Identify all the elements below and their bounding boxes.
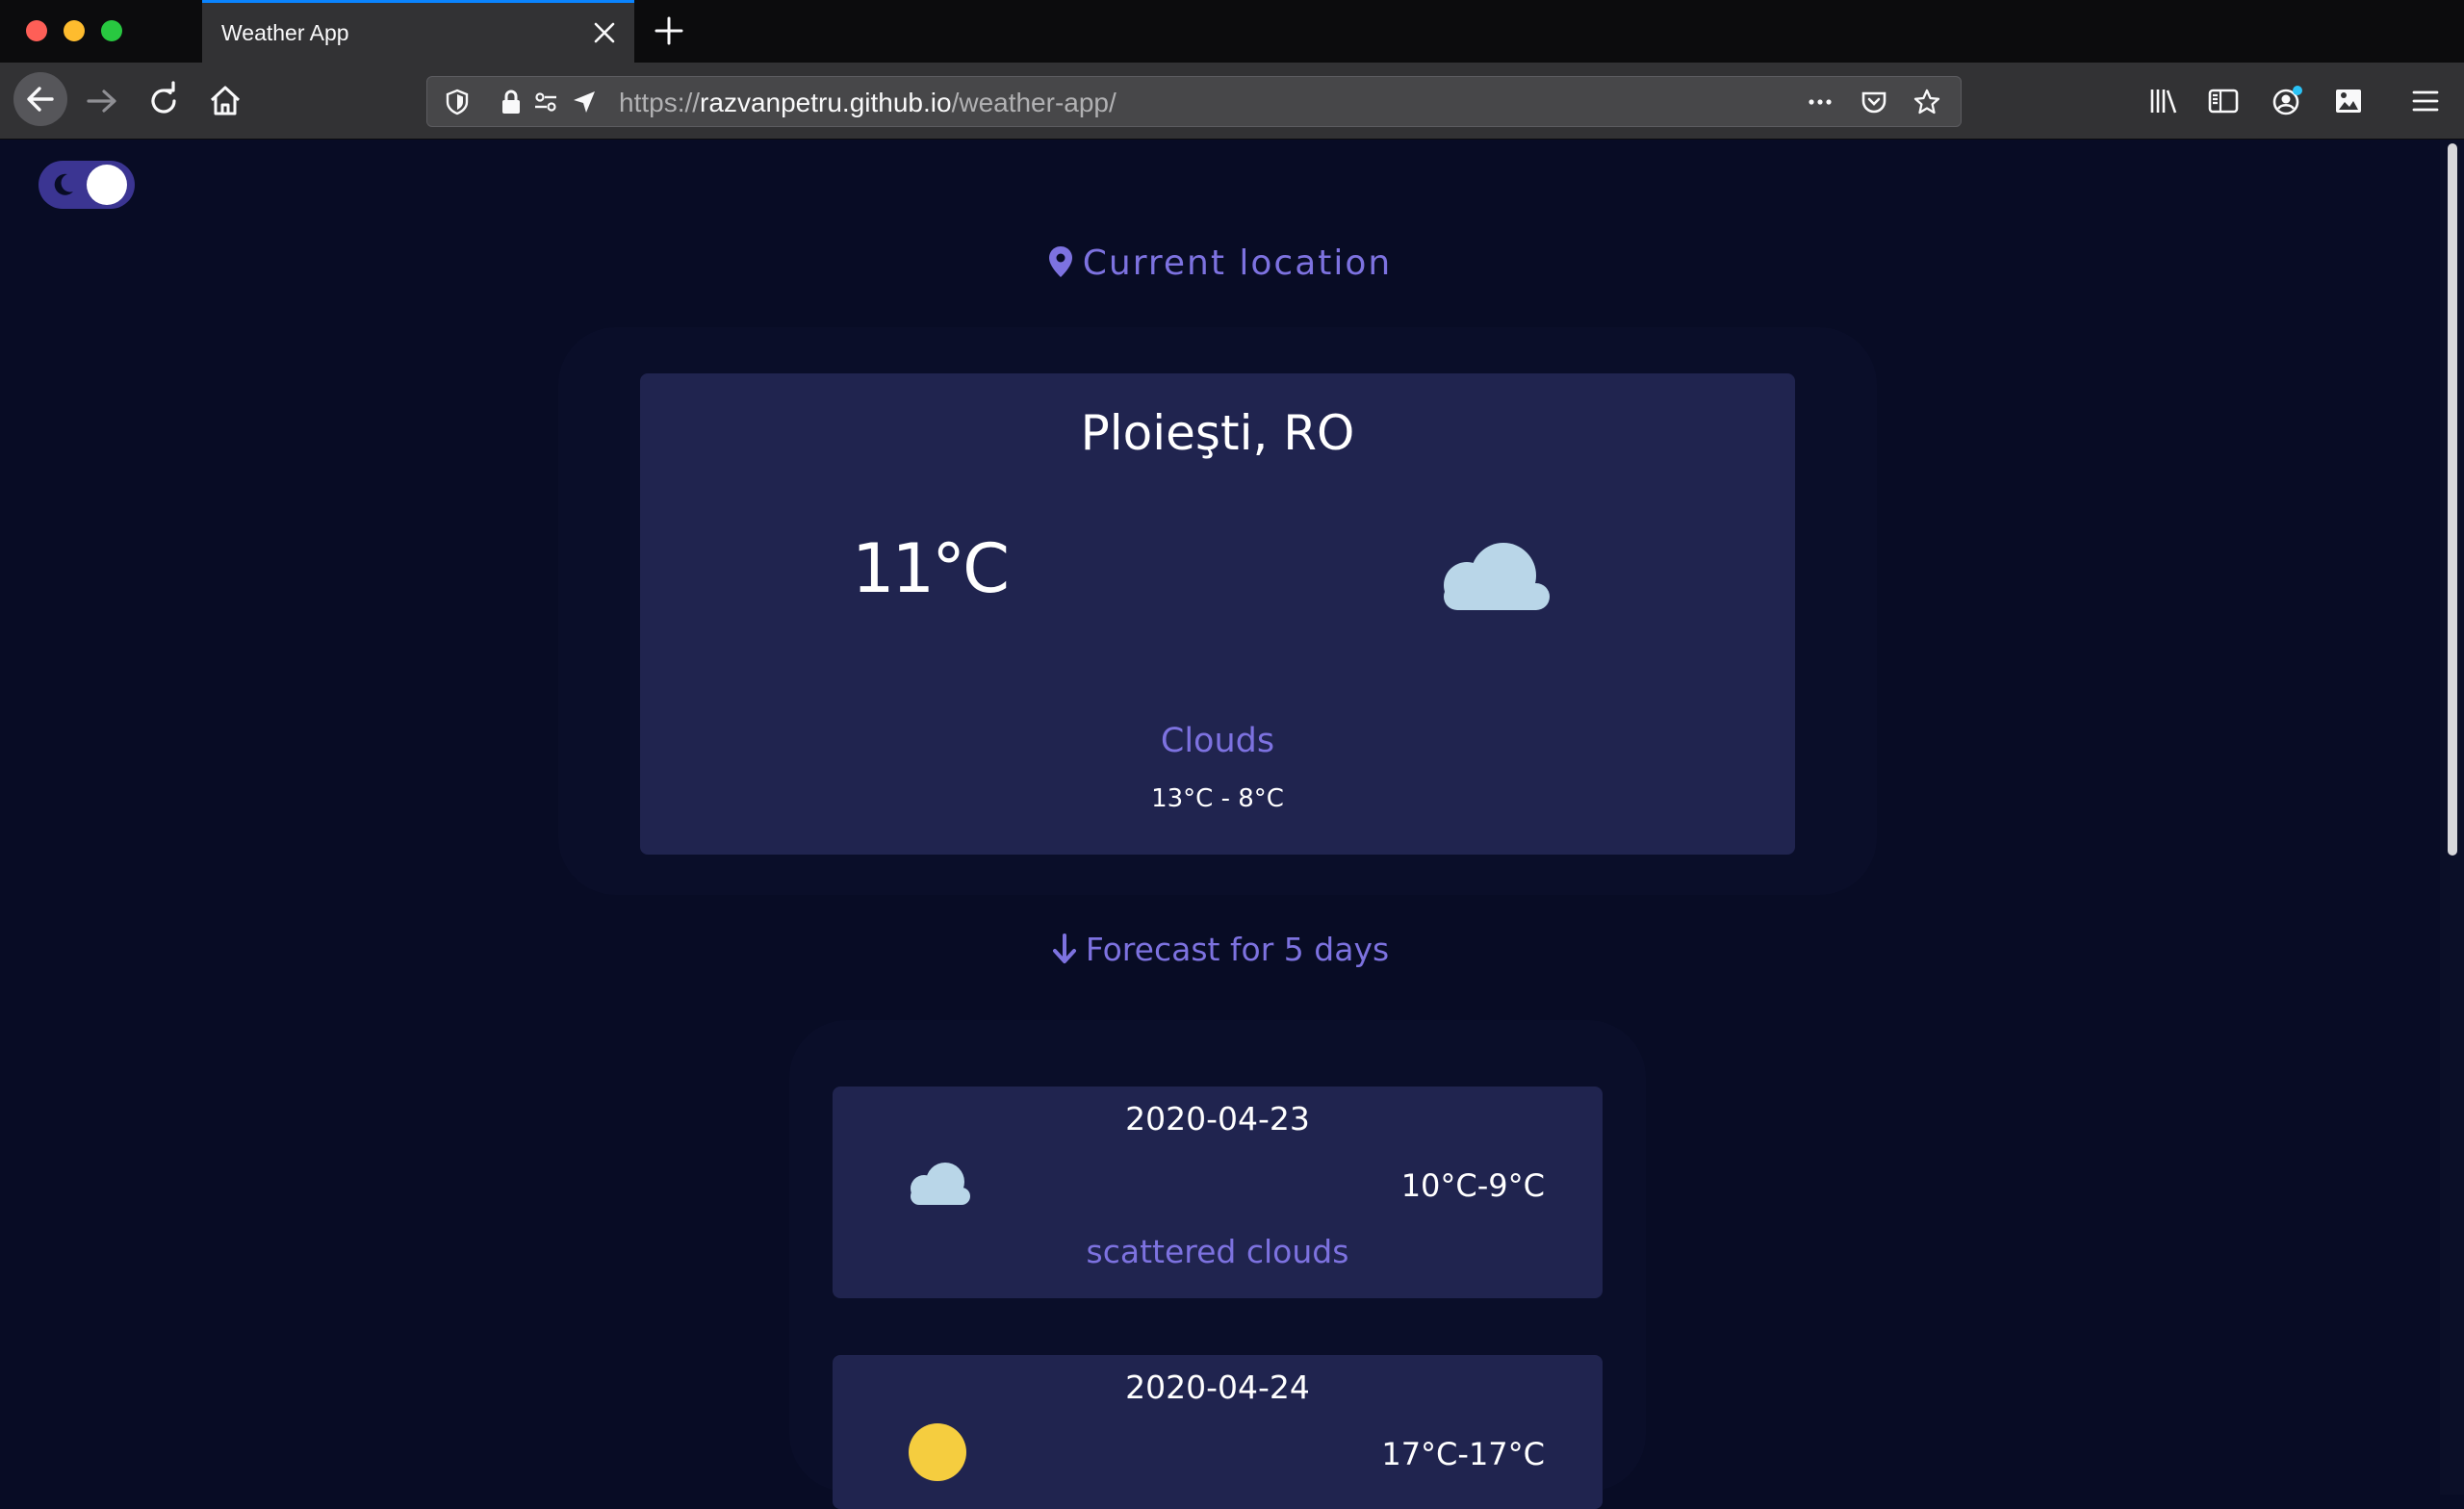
- current-temperature: 11°C: [852, 529, 1010, 608]
- library-icon[interactable]: [2146, 84, 2181, 118]
- url-text[interactable]: https://razvanpetru.github.io/weather-ap…: [619, 88, 1116, 118]
- moon-icon: [48, 170, 77, 199]
- page-actions-icon[interactable]: [1806, 88, 1835, 116]
- forecast-link[interactable]: Forecast for 5 days: [0, 931, 2440, 968]
- tab-weather-app[interactable]: Weather App: [202, 0, 634, 63]
- forecast-day-card: 2020-04-24 17°C-17°C: [833, 1355, 1603, 1509]
- minimize-window-button[interactable]: [64, 20, 85, 41]
- bookmark-star-icon[interactable]: [1912, 88, 1941, 116]
- forecast-temp-range: 17°C-17°C: [1381, 1436, 1545, 1472]
- forecast-date: 2020-04-23: [1125, 1100, 1310, 1138]
- url-prefix: https://: [619, 88, 701, 117]
- forecast-day-card: 2020-04-23 10°C-9°C scattered clouds: [833, 1087, 1603, 1298]
- reload-button[interactable]: [141, 78, 187, 124]
- url-host: razvanpetru.github.io: [700, 88, 952, 117]
- current-location-label: Current location: [1082, 243, 1393, 283]
- browser-titlebar: Weather App: [0, 0, 2464, 63]
- current-weather-card: Ploieşti, RO 11°C Clouds 13°C - 8°C: [640, 373, 1795, 855]
- cloud-icon: [905, 1159, 972, 1207]
- url-path: /weather-app/: [951, 88, 1116, 117]
- close-window-button[interactable]: [26, 20, 47, 41]
- extension-icon[interactable]: [2331, 84, 2366, 118]
- account-icon[interactable]: [2270, 84, 2304, 118]
- sun-icon: [908, 1422, 967, 1482]
- new-tab-icon[interactable]: [653, 14, 685, 47]
- theme-toggle[interactable]: [38, 161, 135, 209]
- lock-icon[interactable]: [497, 88, 526, 116]
- tab-title: Weather App: [221, 20, 349, 45]
- forward-button[interactable]: [79, 78, 125, 124]
- maximize-window-button[interactable]: [101, 20, 122, 41]
- forecast-description: scattered clouds: [1086, 1233, 1349, 1270]
- current-location-link[interactable]: Current location: [0, 243, 2440, 283]
- address-bar[interactable]: https://razvanpetru.github.io/weather-ap…: [426, 76, 1962, 127]
- current-condition: Clouds: [1160, 722, 1275, 760]
- hamburger-menu-icon[interactable]: [2408, 84, 2443, 118]
- location-arrow-icon[interactable]: [570, 88, 599, 116]
- shield-icon[interactable]: [443, 88, 472, 116]
- cloud-icon: [1434, 535, 1552, 612]
- home-button[interactable]: [202, 78, 248, 124]
- sidebar-icon[interactable]: [2206, 84, 2241, 118]
- permissions-icon[interactable]: [531, 88, 560, 116]
- back-button[interactable]: [13, 72, 67, 126]
- location-pin-icon: [1048, 245, 1073, 278]
- forecast-date: 2020-04-24: [1125, 1368, 1310, 1406]
- forecast-label: Forecast for 5 days: [1085, 931, 1390, 968]
- arrow-down-icon: [1051, 933, 1078, 965]
- weather-page: Current location Ploieşti, RO 11°C Cloud…: [0, 140, 2440, 1509]
- pocket-icon[interactable]: [1860, 88, 1888, 116]
- page-scrollbar[interactable]: [2440, 140, 2464, 1495]
- current-temp-range: 13°C - 8°C: [1151, 784, 1284, 813]
- close-tab-icon[interactable]: [592, 20, 617, 45]
- browser-navbar: https://razvanpetru.github.io/weather-ap…: [0, 63, 2464, 140]
- city-name: Ploieşti, RO: [1080, 405, 1355, 461]
- scrollbar-thumb[interactable]: [2448, 143, 2457, 856]
- forecast-temp-range: 10°C-9°C: [1400, 1167, 1545, 1204]
- toggle-knob[interactable]: [87, 165, 127, 205]
